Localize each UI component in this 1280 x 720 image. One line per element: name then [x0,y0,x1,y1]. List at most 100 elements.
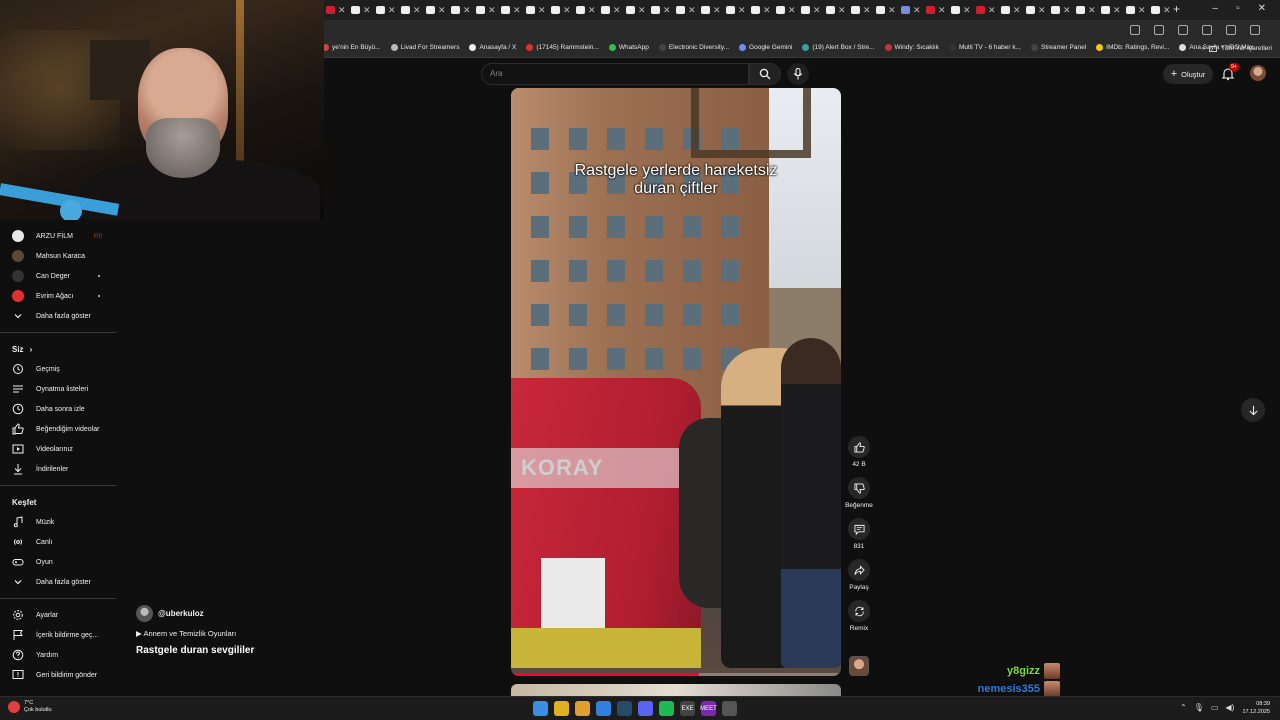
browser-tab[interactable]: ✕ [376,3,401,17]
you-heading[interactable]: Siz › [0,339,116,359]
bookmark-item[interactable]: ye'nin En Büyü... [322,44,381,51]
browser-tab[interactable]: ✕ [826,3,851,17]
bookmark-item[interactable]: WhatsApp [608,44,649,51]
sidebar-item-download[interactable]: İndirilenler [0,459,116,479]
remix-button[interactable] [848,600,870,622]
tab-close-icon[interactable]: ✕ [988,5,996,16]
next-short-preview[interactable] [511,684,841,696]
tab-close-icon[interactable]: ✕ [613,5,621,16]
sound-thumbnail[interactable] [849,656,869,676]
close-window-icon[interactable]: ✕ [1258,3,1266,14]
bookmark-item[interactable]: (17145) Rammstein... [526,44,599,51]
browser-tab[interactable]: ✕ [676,3,701,17]
browser-tab[interactable]: ✕ [426,3,451,17]
channel-avatar[interactable] [136,605,153,622]
browser-tab[interactable]: ✕ [626,3,651,17]
taskbar-app-steam-icon[interactable] [617,701,632,716]
browser-tab[interactable]: ✕ [401,3,426,17]
taskbar-app-spotify-icon[interactable] [659,701,674,716]
bookmark-item[interactable]: Windy: Sıcaklık [884,44,939,51]
cast-icon[interactable] [1130,25,1140,35]
playlist-link[interactable]: ▶ Annem ve Temizlik Oyunları [136,629,496,638]
browser-tab[interactable]: ✕ [851,3,876,17]
video-progress-bar[interactable] [511,673,841,676]
account-avatar[interactable] [1250,65,1266,81]
tab-close-icon[interactable]: ✕ [413,5,421,16]
create-button[interactable]: + Oluştur [1163,64,1213,84]
tab-close-icon[interactable]: ✕ [438,5,446,16]
tab-close-icon[interactable]: ✕ [888,5,896,16]
all-bookmarks[interactable]: » Tüm Yer İşaretleri [1201,45,1272,52]
share-button[interactable] [848,559,870,581]
bookmark-item[interactable]: (19) Alert Box / Stre... [802,44,875,51]
new-tab-button[interactable]: + [1173,2,1180,16]
tab-close-icon[interactable]: ✕ [838,5,846,16]
shorts-video-player[interactable]: KORAY Rastgele yerlerde hareketsiz duran… [511,88,841,676]
bookmark-item[interactable]: Google Gemini [739,44,792,51]
taskbar-app-app8-icon[interactable]: MEET [700,701,717,716]
sidebar-item-gaming[interactable]: Oyun [0,552,116,572]
network-icon[interactable]: ▭ [1211,703,1219,712]
browser-tab[interactable]: ✕ [1001,3,1026,17]
tab-close-icon[interactable]: ✕ [538,5,546,16]
next-short-button[interactable] [1241,398,1265,422]
browser-tab[interactable]: ✕ [1126,3,1151,17]
tab-close-icon[interactable]: ✕ [363,5,371,16]
tab-close-icon[interactable]: ✕ [1163,5,1171,16]
browser-tab[interactable]: ✕ [701,3,726,17]
taskbar-app-explorer-icon[interactable] [575,701,590,716]
volume-icon[interactable]: ◀) [1225,703,1234,712]
subscription-item[interactable]: Can Deger [0,266,116,286]
media-icon[interactable] [1202,25,1212,35]
search-button[interactable] [749,63,781,85]
sidebar-item-feedback[interactable]: Geri bildirim gönder [0,665,116,685]
subscription-item[interactable]: ARZU FİLM ((•)) [0,226,116,246]
browser-tab[interactable]: ✕ [951,3,976,17]
browser-tab[interactable]: ✕ [501,3,526,17]
tab-close-icon[interactable]: ✕ [1138,5,1146,16]
show-more-explore[interactable]: Daha fazla göster [0,572,116,592]
sidebar-item-help[interactable]: Yardım [0,645,116,665]
tab-close-icon[interactable]: ✕ [688,5,696,16]
browser-tab[interactable]: ✕ [776,3,801,17]
subscription-item[interactable]: Mahsun Karaca [0,246,116,266]
sidebar-item-playlists[interactable]: Oynatma listeleri [0,379,116,399]
sidebar-item-settings[interactable]: Ayarlar [0,605,116,625]
bookmarks-overflow-icon[interactable]: » [1201,45,1205,52]
comments-button[interactable] [848,518,870,540]
tab-close-icon[interactable]: ✕ [763,5,771,16]
bookmark-item[interactable]: Anasayfa / X [469,44,516,51]
tab-close-icon[interactable]: ✕ [1013,5,1021,16]
tab-close-icon[interactable]: ✕ [463,5,471,16]
browser-tab[interactable]: ✕ [551,3,576,17]
tab-close-icon[interactable]: ✕ [713,5,721,16]
like-button[interactable] [848,436,870,458]
tab-close-icon[interactable]: ✕ [863,5,871,16]
search-input[interactable]: Ara [481,63,749,85]
tab-close-icon[interactable]: ✕ [663,5,671,16]
browser-tab[interactable]: ✕ [751,3,776,17]
browser-tab[interactable]: ✕ [476,3,501,17]
tab-close-icon[interactable]: ✕ [1113,5,1121,16]
microphone-tray-icon[interactable]: 🎙 [1194,703,1204,712]
dislike-action[interactable]: Beğenme [843,477,875,509]
tab-close-icon[interactable]: ✕ [513,5,521,16]
channel-row[interactable]: @uberkuloz [136,605,496,622]
browser-tab[interactable]: ✕ [1076,3,1101,17]
tab-close-icon[interactable]: ✕ [938,5,946,16]
browser-tab[interactable]: ✕ [576,3,601,17]
voice-search-button[interactable] [787,63,809,85]
tab-close-icon[interactable]: ✕ [388,5,396,16]
taskbar-app-discord-icon[interactable] [638,701,653,716]
tab-close-icon[interactable]: ✕ [563,5,571,16]
bookmark-item[interactable]: Streamer Panel [1030,44,1086,51]
share-action[interactable]: Paylaş [843,559,875,591]
taskbar-app-chrome-icon[interactable] [554,701,569,716]
weather-widget[interactable]: 7°C Çok bulutlu [8,700,52,714]
bookmark-item[interactable]: Electronic Diversity... [658,44,729,51]
profile-icon[interactable] [1226,25,1236,35]
taskbar-app-app9-icon[interactable] [722,701,737,716]
sidebar-item-history[interactable]: Geçmiş [0,359,116,379]
restore-icon[interactable]: ▫ [1236,3,1240,14]
comments-action[interactable]: 831 [843,518,875,550]
